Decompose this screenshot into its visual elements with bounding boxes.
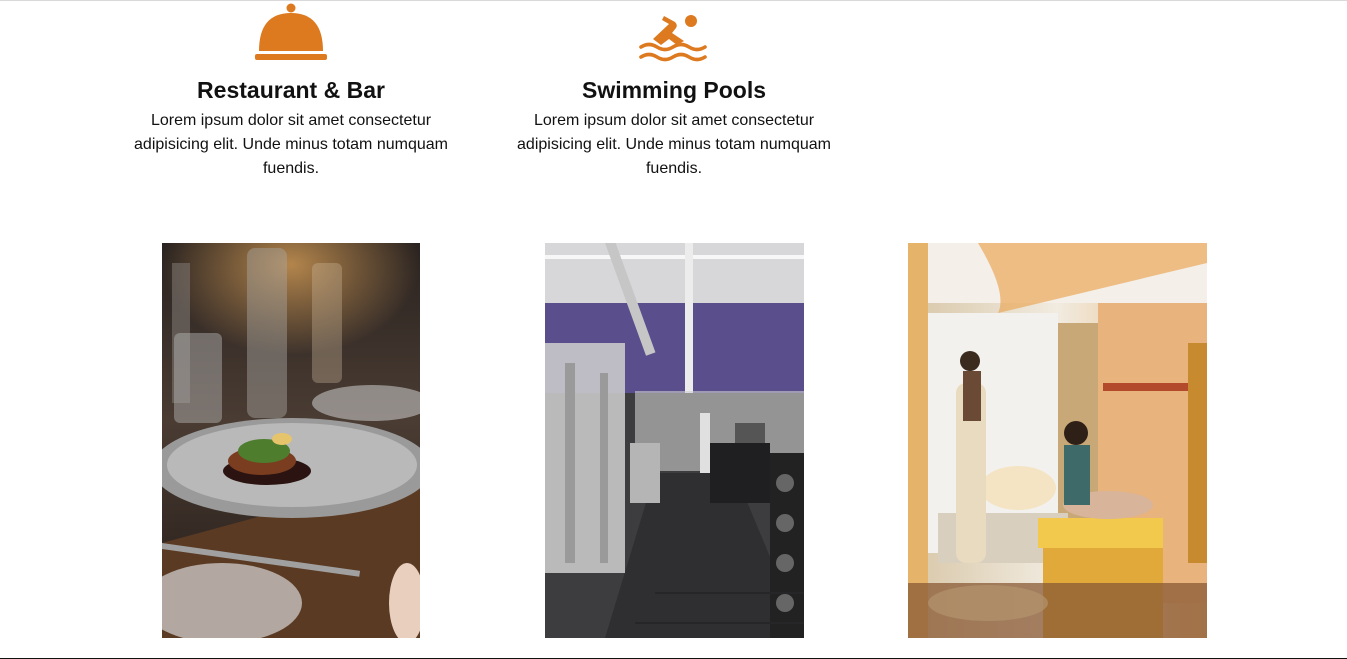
service-title: Swimming Pools [581,77,767,103]
service-card-restaurant: Restaurant & Bar Lorem ipsum dolor sit a… [126,1,456,181]
service-title: Restaurant & Bar [197,77,385,103]
cloche-icon [126,1,456,63]
service-description: Lorem ipsum dolor sit amet consectetur a… [134,112,448,177]
swimmer-icon [509,1,839,63]
service-card-pools: Swimming Pools Lorem ipsum dolor sit ame… [509,1,839,181]
service-description: Lorem ipsum dolor sit amet consectetur a… [517,112,831,177]
gym-interior-photo [545,243,804,638]
amenities-section: Restaurant & Bar Lorem ipsum dolor sit a… [0,0,1347,659]
spa-massage-room-photo [908,243,1207,638]
plated-dish-photo [162,243,420,638]
